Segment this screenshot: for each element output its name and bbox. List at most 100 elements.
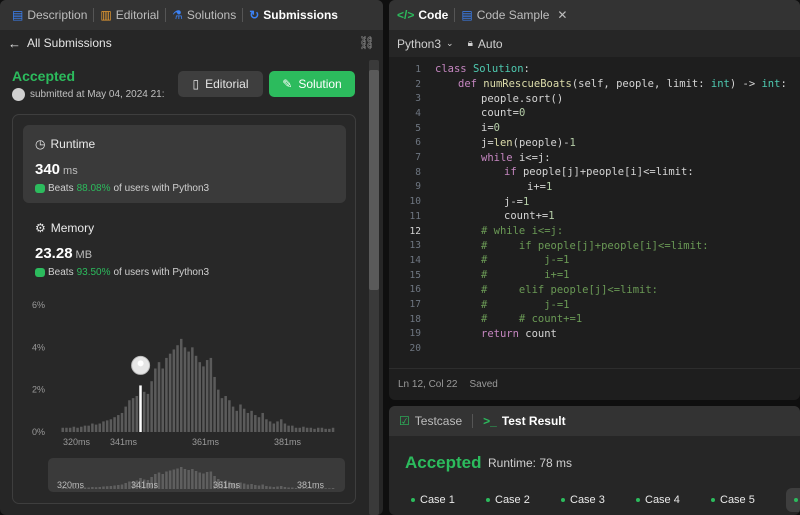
histogram-bar: [213, 376, 216, 432]
navigator-bar: [202, 473, 205, 489]
navigator-bar: [176, 468, 179, 489]
navigator-bar: [124, 483, 127, 489]
code-line: 11 count+=1: [389, 209, 800, 224]
navigator-bar: [83, 487, 87, 489]
memory-value-row: 23.28 MB: [35, 245, 92, 262]
histogram-bar: [231, 406, 235, 432]
language-value: Python3: [397, 36, 442, 51]
runtime-box[interactable]: ◷ Runtime 340 ms Beats 88.08% of users wi…: [23, 125, 346, 203]
navigator-bar: [91, 487, 94, 489]
case-tab[interactable]: Case 5: [711, 488, 786, 512]
navigator-tick-label: 341ms: [131, 480, 159, 490]
histogram-bar: [91, 423, 94, 432]
x-tick-label: 381ms: [274, 437, 302, 447]
auto-mode[interactable]: 🔒︎ Auto: [468, 37, 503, 51]
language-select[interactable]: Python3 ⌄: [397, 37, 454, 51]
tab-code-sample[interactable]: ▤ Code Sample ✕: [461, 8, 567, 22]
book-open-icon: ▯: [192, 77, 200, 91]
histogram-bar: [65, 427, 68, 432]
case-label: Case 2: [495, 494, 530, 506]
editorial-button[interactable]: ▯ Editorial: [178, 71, 263, 97]
scrollbar-thumb[interactable]: [369, 70, 379, 290]
histogram-bar: [120, 412, 124, 432]
tab-description[interactable]: ▤ Description: [6, 0, 93, 30]
link-icon[interactable]: ⛓: [358, 35, 375, 51]
histogram-bar: [272, 423, 276, 432]
tab-divider: [472, 414, 474, 428]
solution-button-label: Solution: [298, 77, 342, 91]
histogram-bar: [191, 347, 194, 432]
navigator-bar: [187, 470, 190, 489]
line-number: 11: [409, 210, 421, 222]
histogram-bar: [168, 353, 172, 432]
line-number: 2: [415, 78, 421, 90]
code-text: class Solution:: [435, 63, 530, 76]
tab-testcase[interactable]: ☑ Testcase: [399, 414, 462, 428]
case-tab[interactable]: Case 1: [411, 488, 486, 512]
tab-test-result-label: Test Result: [501, 414, 566, 428]
close-icon[interactable]: ✕: [557, 8, 567, 22]
avatar[interactable]: [12, 88, 25, 101]
navigator-bar: [87, 487, 90, 489]
solution-button[interactable]: ✎ Solution: [269, 71, 355, 97]
histogram-bar: [246, 412, 250, 432]
code-line: 7 while i<=j:: [389, 150, 800, 165]
histogram-bar: [161, 368, 164, 432]
tab-editorial[interactable]: ▥ Editorial: [94, 0, 165, 30]
line-number: 15: [409, 269, 421, 281]
test-panel: ☑ Testcase >_ Test Result Accepted Runti…: [389, 406, 800, 515]
code-tabbar: </> Code ▤ Code Sample ✕: [389, 0, 800, 30]
runtime-value: 340: [35, 161, 61, 178]
code-text: def numRescueBoats(self, people, limit: …: [458, 78, 787, 91]
tab-code[interactable]: </> Code: [397, 8, 448, 22]
terminal-icon: >_: [483, 414, 497, 428]
case-tab[interactable]: Case 3: [561, 488, 636, 512]
navigator-bar: [161, 474, 164, 489]
memory-distribution-chart[interactable]: 0% 2% 4% 6% 320ms 341ms 361ms 381ms 320ms 341ms 36…: [13, 295, 357, 505]
tab-solutions[interactable]: ⚗ Solutions: [166, 0, 242, 30]
back-to-submissions[interactable]: ← All Submissions: [8, 36, 112, 51]
navigator-bar: [113, 485, 116, 489]
navigator-bar: [194, 471, 198, 489]
histogram-bar: [187, 351, 190, 432]
case-label: Case 5: [720, 494, 755, 506]
histogram-bar: [202, 366, 205, 432]
case-tab[interactable]: Case 2: [486, 488, 561, 512]
runtime-beats-prefix: Beats: [48, 183, 74, 194]
code-line: 8 if people[j]+people[i]<=limit:: [389, 165, 800, 180]
line-number: 14: [409, 254, 421, 266]
chevron-down-icon: ⌄: [446, 38, 454, 48]
memory-label-row[interactable]: ⚙ Memory: [35, 221, 94, 235]
memory-beats-pct: 93.50%: [76, 267, 111, 278]
histogram-bar: [224, 396, 227, 432]
tab-submissions[interactable]: ↻ Submissions: [243, 0, 344, 30]
navigator-bar: [287, 487, 290, 489]
app-root: ▤ Description ▥ Editorial ⚗ Solutions ↻ …: [0, 0, 800, 515]
histogram-bar: [220, 398, 224, 432]
line-number: 5: [415, 122, 421, 134]
navigator-tick-label: 381ms: [297, 480, 325, 490]
histogram-bar: [172, 349, 176, 432]
histogram-bar: [194, 355, 198, 432]
navigator-bar: [268, 486, 272, 489]
navigator-bar: [242, 483, 246, 489]
code-editor[interactable]: 1 class Solution: 2 def numRescueBoats(self…: [389, 57, 800, 368]
navigator-bar: [324, 488, 327, 489]
left-panel: ▤ Description ▥ Editorial ⚗ Solutions ↻ …: [0, 0, 383, 515]
histogram-bar: [146, 393, 150, 432]
histogram-bar: [242, 408, 246, 432]
navigator-bar: [168, 470, 172, 489]
line-number: 1: [415, 63, 421, 75]
tab-test-result[interactable]: >_ Test Result: [483, 414, 565, 428]
case-tab-partial[interactable]: [786, 488, 800, 512]
histogram-bar: [205, 360, 209, 432]
code-line: 18 # # count+=1: [389, 312, 800, 327]
histogram-bar: [198, 362, 202, 432]
case-tab[interactable]: Case 4: [636, 488, 711, 512]
histogram-bar: [117, 415, 120, 432]
code-text: count+=1: [504, 210, 555, 223]
navigator-bar: [246, 484, 250, 489]
histogram-bar: [287, 425, 290, 432]
clock-icon: ◷: [35, 137, 46, 151]
code-icon: </>: [397, 8, 415, 22]
